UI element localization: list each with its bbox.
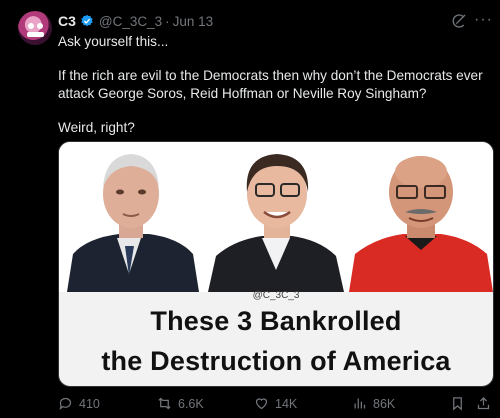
tweet[interactable]: C3 @C_3C_3 · Jun 13 ··· Ask yourself thi… — [0, 0, 500, 418]
more-options-icon[interactable]: ··· — [474, 12, 493, 28]
tweet-actions: 410 6.6K 14K 86K — [58, 396, 494, 412]
separator-dot: · — [165, 13, 170, 29]
image-watermark: @C_3C_3 — [252, 290, 300, 301]
like-button[interactable]: 14K — [254, 396, 297, 411]
post-date[interactable]: Jun 13 — [173, 14, 214, 29]
views-icon — [354, 398, 366, 409]
heart-icon — [255, 398, 268, 410]
tweet-media-image[interactable]: @C_3C_3 These 3 Bankrolled the Destructi… — [58, 141, 494, 387]
reply-count: 410 — [79, 396, 100, 411]
display-name[interactable]: C3 — [58, 13, 76, 29]
person-photo-left — [59, 142, 204, 292]
bookmark-button[interactable] — [450, 396, 471, 411]
tweet-header: C3 @C_3C_3 · Jun 13 — [58, 12, 213, 30]
bookmark-icon — [453, 397, 462, 411]
tweet-text: Ask yourself this... If the rich are evi… — [58, 33, 488, 137]
image-headline-line: the Destruction of America — [101, 346, 451, 376]
person-photo-right — [349, 142, 493, 292]
share-button[interactable] — [476, 396, 497, 411]
avatar-mouth — [27, 32, 44, 37]
repost-icon — [158, 397, 171, 410]
grok-icon[interactable] — [451, 13, 467, 29]
verified-badge-icon — [81, 14, 93, 27]
repost-button[interactable]: 6.6K — [157, 396, 204, 411]
reply-button[interactable]: 410 — [58, 396, 100, 411]
views-button[interactable]: 86K — [352, 396, 395, 411]
image-headline-line: These 3 Bankrolled — [150, 306, 402, 336]
avatar-eye — [37, 23, 43, 29]
avatar[interactable] — [18, 11, 52, 45]
repost-count: 6.6K — [178, 396, 204, 411]
avatar-eye — [28, 23, 34, 29]
views-count: 86K — [373, 396, 396, 411]
tweet-text-line: attack George Soros, Reid Hoffman or Nev… — [58, 86, 427, 101]
person-photo-center — [204, 142, 349, 292]
user-handle[interactable]: @C_3C_3 — [99, 14, 162, 29]
reply-icon — [59, 397, 72, 411]
tweet-text-line: Weird, right? — [58, 120, 135, 135]
tweet-text-line: Ask yourself this... — [58, 34, 169, 49]
photo-strip — [59, 142, 493, 292]
share-icon — [477, 396, 490, 410]
tweet-text-line: If the rich are evil to the Democrats th… — [58, 68, 483, 83]
like-count: 14K — [275, 396, 298, 411]
